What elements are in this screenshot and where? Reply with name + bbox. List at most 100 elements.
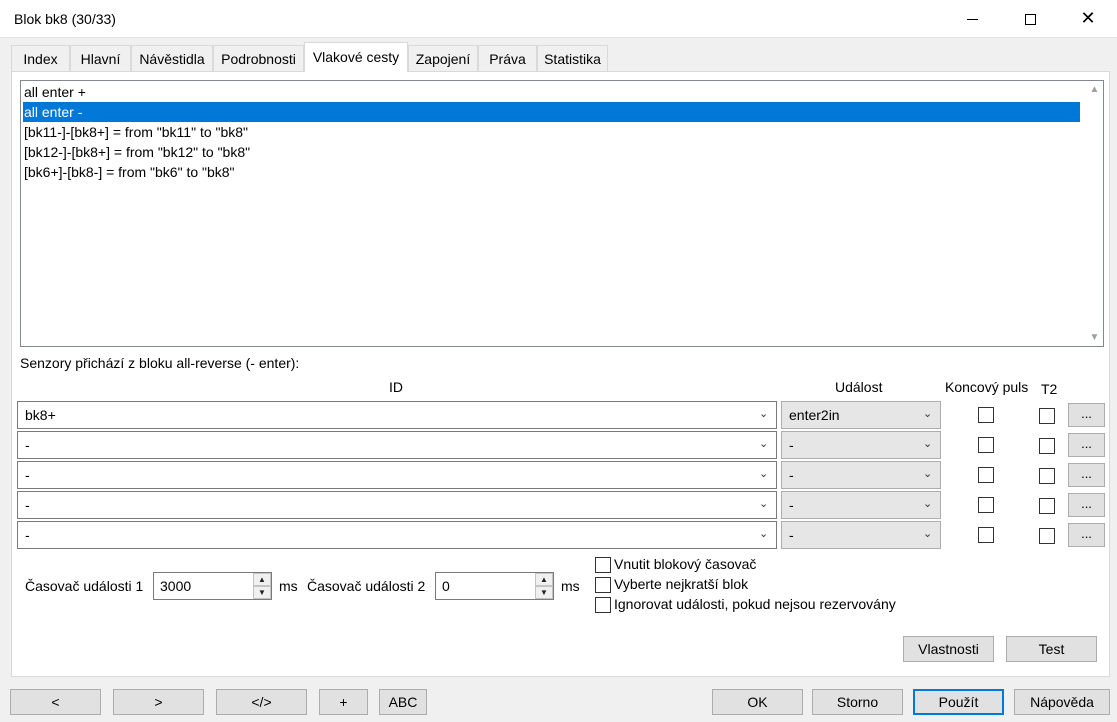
sensor-event-value: - [789,497,794,513]
t2-checkbox[interactable] [1039,498,1055,514]
sensor-more-button[interactable]: ... [1068,403,1105,427]
tab-navestidla[interactable]: Návěstidla [131,45,213,71]
sensor-id-select[interactable]: - ⌄ [17,431,777,459]
chevron-down-icon: ⌄ [923,498,933,510]
sensor-id-value: - [25,467,30,483]
sensor-more-button[interactable]: ... [1068,523,1105,547]
end-pulse-checkbox[interactable] [978,467,994,483]
chevron-down-icon: ⌄ [759,408,769,420]
ignore-unreserved-checkbox[interactable] [595,597,611,613]
scroll-up-icon[interactable]: ▲ [1086,81,1103,98]
timer2-label: Časovač události 2 [307,578,426,594]
spin-down-icon[interactable]: ▼ [535,586,553,599]
sensor-event-value: - [789,467,794,483]
chevron-down-icon: ⌄ [759,498,769,510]
help-button[interactable]: Nápověda [1014,689,1110,715]
tab-vlakove-cesty[interactable]: Vlakové cesty [304,42,408,72]
properties-button[interactable]: Vlastnosti [903,636,994,662]
chevron-down-icon: ⌄ [923,528,933,540]
chevron-down-icon: ⌄ [759,528,769,540]
list-item[interactable]: all enter + [23,82,1080,102]
spin-up-icon[interactable]: ▲ [535,573,553,586]
list-item-selected[interactable]: all enter - [23,102,1080,122]
minimize-button[interactable] [943,0,1001,38]
timer2-unit: ms [561,578,580,594]
timer1-value: 3000 [160,578,192,594]
tab-podrobnosti[interactable]: Podrobnosti [213,45,304,71]
list-item[interactable]: [bk12-]-[bk8+] = from "bk12" to "bk8" [23,142,1080,162]
scroll-down-icon[interactable]: ▼ [1086,329,1103,346]
tab-zapojeni[interactable]: Zapojení [408,45,478,71]
add-button[interactable]: + [319,689,368,715]
test-button[interactable]: Test [1006,636,1097,662]
spin-up-icon[interactable]: ▲ [253,573,271,586]
sensor-event-select[interactable]: enter2in ⌄ [781,401,941,429]
timer2-spinner[interactable]: 0 ▲ ▼ [435,572,554,600]
t2-checkbox[interactable] [1039,438,1055,454]
sensor-event-select[interactable]: - ⌄ [781,521,941,549]
sensor-event-value: - [789,437,794,453]
maximize-button[interactable] [1001,0,1059,38]
tab-statistika[interactable]: Statistika [537,45,608,71]
ok-button[interactable]: OK [712,689,803,715]
sensor-more-button[interactable]: ... [1068,493,1105,517]
close-button[interactable]: ✕ [1059,0,1117,38]
list-item[interactable]: [bk6+]-[bk8-] = from "bk6" to "bk8" [23,162,1080,182]
sensor-event-value: enter2in [789,407,840,423]
t2-checkbox[interactable] [1039,408,1055,424]
sensor-id-select[interactable]: - ⌄ [17,521,777,549]
tab-index[interactable]: Index [11,45,70,71]
code-button[interactable]: </> [216,689,307,715]
shortest-block-label: Vyberte nejkratší blok [614,576,749,592]
sensor-id-value: - [25,527,30,543]
force-timer-checkbox[interactable] [595,557,611,573]
t2-checkbox[interactable] [1039,468,1055,484]
list-item[interactable]: [bk11-]-[bk8+] = from "bk11" to "bk8" [23,122,1080,142]
close-icon: ✕ [1080,8,1096,29]
tab-prava[interactable]: Práva [478,45,537,71]
sensor-event-select[interactable]: - ⌄ [781,461,941,489]
timer1-label: Časovač události 1 [25,578,144,594]
chevron-down-icon: ⌄ [923,408,933,420]
chevron-down-icon: ⌄ [923,438,933,450]
sensor-id-value: - [25,497,30,513]
timer1-spinner[interactable]: 3000 ▲ ▼ [153,572,272,600]
chevron-down-icon: ⌄ [759,438,769,450]
event-column-header: Událost [835,379,883,395]
spin-down-icon[interactable]: ▼ [253,586,271,599]
sensor-more-button[interactable]: ... [1068,433,1105,457]
id-column-header: ID [389,379,403,395]
maximize-icon [1024,13,1036,25]
sensor-more-button[interactable]: ... [1068,463,1105,487]
force-timer-label: Vnutit blokový časovač [614,556,757,572]
timer1-unit: ms [279,578,298,594]
next-button[interactable]: > [113,689,204,715]
t2-checkbox[interactable] [1039,528,1055,544]
sensor-event-select[interactable]: - ⌄ [781,491,941,519]
end-pulse-checkbox[interactable] [978,527,994,543]
title-bar: Blok bk8 (30/33) ✕ [0,0,1117,38]
tab-hlavni[interactable]: Hlavní [70,45,131,71]
apply-button[interactable]: Použít [913,689,1004,715]
end-pulse-column-header: Koncový puls [945,379,1029,395]
chevron-down-icon: ⌄ [923,468,933,480]
cancel-button[interactable]: Storno [812,689,903,715]
end-pulse-checkbox[interactable] [978,497,994,513]
sensor-id-select[interactable]: - ⌄ [17,491,777,519]
previous-button[interactable]: < [10,689,101,715]
t2-column-header: T2 [1041,381,1058,397]
list-scrollbar[interactable]: ▲ ▼ [1086,81,1103,346]
end-pulse-checkbox[interactable] [978,437,994,453]
sensor-id-select[interactable]: - ⌄ [17,461,777,489]
abc-button[interactable]: ABC [379,689,427,715]
sensor-id-value: bk8+ [25,407,56,423]
routes-listbox[interactable]: all enter + all enter - [bk11-]-[bk8+] =… [20,80,1104,347]
sensor-event-value: - [789,527,794,543]
sensors-label: Senzory přichází z bloku all-reverse (- … [20,355,300,371]
end-pulse-checkbox[interactable] [978,407,994,423]
chevron-down-icon: ⌄ [759,468,769,480]
ignore-unreserved-label: Ignorovat události, pokud nejsou rezervo… [614,596,896,612]
sensor-event-select[interactable]: - ⌄ [781,431,941,459]
shortest-block-checkbox[interactable] [595,577,611,593]
sensor-id-select[interactable]: bk8+ ⌄ [17,401,777,429]
